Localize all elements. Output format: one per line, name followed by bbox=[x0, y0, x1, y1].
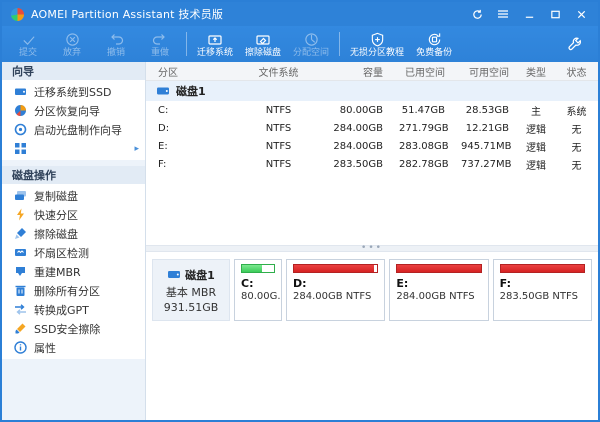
commit-button[interactable]: 提交 bbox=[6, 26, 50, 62]
section-header-wizards: 向导 bbox=[2, 62, 145, 80]
window-title: AOMEI Partition Assistant 技术员版 bbox=[31, 6, 223, 22]
usage-bar bbox=[500, 264, 585, 273]
trash-icon bbox=[14, 284, 27, 297]
maximize-icon[interactable] bbox=[544, 5, 566, 23]
minimize-icon[interactable] bbox=[518, 5, 540, 23]
partition-block-f[interactable]: F: 283.50GB NTFS bbox=[493, 259, 592, 321]
toolbar-separator bbox=[339, 32, 340, 56]
sidebar-item-partition-recovery[interactable]: 分区恢复向导 bbox=[2, 101, 145, 120]
rebuild-mbr-icon bbox=[14, 265, 27, 278]
chevron-right-icon: ▸ bbox=[134, 144, 139, 154]
aomei-logo-icon bbox=[11, 8, 24, 21]
redo-button[interactable]: 重做 bbox=[138, 26, 182, 62]
sidebar-item-delete-all-partitions[interactable]: 删除所有分区 bbox=[2, 281, 145, 300]
col-free: 可用空间 bbox=[453, 64, 517, 79]
usage-bar bbox=[293, 264, 378, 273]
settings-wrench-icon[interactable] bbox=[562, 31, 588, 57]
commit-check-icon bbox=[21, 31, 36, 47]
close-icon[interactable] bbox=[570, 5, 592, 23]
col-capacity: 容量 bbox=[321, 64, 391, 79]
disk-info-box[interactable]: 磁盘1 基本 MBR 931.51GB bbox=[152, 259, 230, 321]
lossless-tutorial-button[interactable]: 无损分区教程 bbox=[344, 26, 410, 62]
undo-icon bbox=[108, 31, 124, 47]
allocate-space-icon bbox=[304, 31, 319, 47]
copy-disk-icon bbox=[14, 189, 27, 202]
sidebar-item-make-bootable-media[interactable]: 启动光盘制作向导 bbox=[2, 120, 145, 139]
tutorial-shield-icon bbox=[370, 31, 385, 47]
table-row[interactable]: D: NTFS 284.00GB 271.79GB 12.21GB 逻辑 无 bbox=[146, 119, 598, 137]
refresh-icon[interactable] bbox=[466, 5, 488, 23]
sidebar-item-copy-disk[interactable]: 复制磁盘 bbox=[2, 186, 145, 205]
usage-bar bbox=[396, 264, 481, 273]
partition-block-d[interactable]: D: 284.00GB NTFS bbox=[286, 259, 385, 321]
partition-block-c[interactable]: C: 80.00G... bbox=[234, 259, 282, 321]
sidebar-item-ssd-secure-erase[interactable]: SSD安全擦除 bbox=[2, 319, 145, 338]
partition-table: 分区 文件系统 容量 已用空间 可用空间 类型 状态 磁盘1 C: NTFS 8… bbox=[146, 62, 598, 245]
undo-button[interactable]: 撤销 bbox=[94, 26, 138, 62]
sidebar-item-migrate-to-ssd[interactable]: 迁移系统到SSD bbox=[2, 82, 145, 101]
col-type: 类型 bbox=[517, 64, 555, 79]
disk-group-row[interactable]: 磁盘1 bbox=[146, 81, 598, 101]
free-backup-icon bbox=[427, 31, 442, 47]
redo-icon bbox=[152, 31, 168, 47]
lightning-icon bbox=[14, 208, 27, 221]
sidebar-item-more-wizards[interactable]: ▸ bbox=[2, 139, 145, 158]
usage-bar bbox=[241, 264, 275, 273]
migrate-os-icon bbox=[207, 31, 223, 47]
discard-button[interactable]: 放弃 bbox=[50, 26, 94, 62]
sidebar: 向导 迁移系统到SSD 分区恢复向导 启动光盘制作向导 bbox=[2, 62, 146, 420]
wipe-brush-icon bbox=[14, 227, 27, 240]
allocate-space-button[interactable]: 分配空间 bbox=[287, 26, 335, 62]
wipe-disk-icon bbox=[255, 31, 271, 47]
discard-icon bbox=[65, 31, 80, 47]
panel-splitter[interactable]: ••• bbox=[146, 245, 598, 252]
sidebar-item-properties[interactable]: 属性 bbox=[2, 338, 145, 357]
table-row[interactable]: E: NTFS 284.00GB 283.08GB 945.71MB 逻辑 无 bbox=[146, 137, 598, 155]
partition-recovery-icon bbox=[14, 104, 27, 117]
migrate-ssd-icon bbox=[14, 85, 27, 98]
col-filesystem: 文件系统 bbox=[236, 64, 321, 79]
titlebar: AOMEI Partition Assistant 技术员版 bbox=[2, 2, 598, 26]
table-row[interactable]: C: NTFS 80.00GB 51.47GB 28.53GB 主 系统 bbox=[146, 101, 598, 119]
menu-icon[interactable] bbox=[492, 5, 514, 23]
col-status: 状态 bbox=[555, 64, 598, 79]
col-partition: 分区 bbox=[146, 64, 236, 79]
table-header-row: 分区 文件系统 容量 已用空间 可用空间 类型 状态 bbox=[146, 62, 598, 81]
convert-arrows-icon bbox=[14, 303, 27, 316]
partition-block-e[interactable]: E: 284.00GB NTFS bbox=[389, 259, 488, 321]
main-panel: 分区 文件系统 容量 已用空间 可用空间 类型 状态 磁盘1 C: NTFS 8… bbox=[146, 62, 598, 420]
grid-icon bbox=[14, 142, 27, 155]
table-row[interactable]: F: NTFS 283.50GB 282.78GB 737.27MB 逻辑 无 bbox=[146, 155, 598, 173]
table-empty-area bbox=[146, 173, 598, 245]
ssd-erase-icon bbox=[14, 322, 27, 335]
toolbar: 提交 放弃 撤销 重做 迁移系统 擦除磁盘 分配空间 无损 bbox=[2, 26, 598, 62]
disk-icon bbox=[156, 85, 170, 97]
migrate-os-button[interactable]: 迁移系统 bbox=[191, 26, 239, 62]
section-header-disk-operations: 磁盘操作 bbox=[2, 166, 145, 184]
sidebar-item-rebuild-mbr[interactable]: 重建MBR bbox=[2, 262, 145, 281]
wipe-disk-button[interactable]: 擦除磁盘 bbox=[239, 26, 287, 62]
bootable-disc-icon bbox=[14, 123, 27, 136]
disk-map-panel: 磁盘1 基本 MBR 931.51GB C: 80.00G... D: 284.… bbox=[146, 252, 598, 420]
sidebar-item-wipe-disk[interactable]: 擦除磁盘 bbox=[2, 224, 145, 243]
disk-icon bbox=[167, 269, 181, 280]
col-used: 已用空间 bbox=[391, 64, 453, 79]
free-backup-button[interactable]: 免费备份 bbox=[410, 26, 458, 62]
info-icon bbox=[14, 341, 27, 354]
app-window: AOMEI Partition Assistant 技术员版 提交 bbox=[0, 0, 600, 422]
disk-layout-label: 基本 MBR bbox=[166, 284, 216, 300]
disk-size-label: 931.51GB bbox=[164, 301, 219, 314]
bad-sector-icon bbox=[14, 246, 27, 259]
sidebar-item-quick-partition[interactable]: 快速分区 bbox=[2, 205, 145, 224]
sidebar-item-bad-sector-test[interactable]: 坏扇区检测 bbox=[2, 243, 145, 262]
sidebar-item-convert-to-gpt[interactable]: 转换成GPT bbox=[2, 300, 145, 319]
toolbar-separator bbox=[186, 32, 187, 56]
